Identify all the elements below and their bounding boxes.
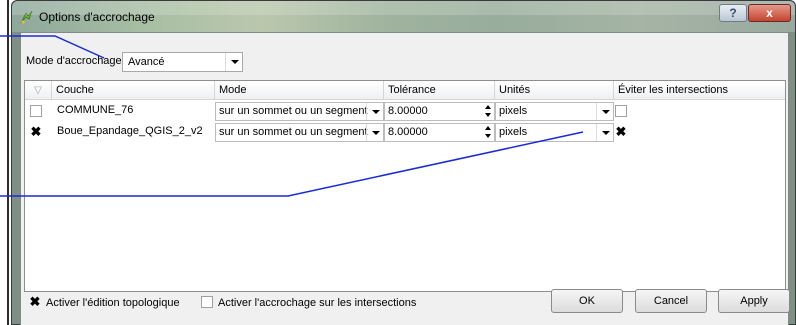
cancel-button[interactable]: Cancel <box>635 289 707 313</box>
column-header-check[interactable]: ▽ <box>25 81 52 100</box>
snapping-mode-label: Mode d'accrochage <box>26 55 122 67</box>
units-select[interactable]: pixels <box>495 123 614 142</box>
close-button[interactable]: x <box>748 4 791 22</box>
table-row: COMMUNE_76 sur un sommet ou un segment 8… <box>25 101 785 121</box>
chevron-down-icon[interactable] <box>596 124 613 141</box>
layer-mode-value: sur un sommet ou un segment <box>219 126 368 138</box>
layer-checkbox-cell[interactable] <box>25 101 52 121</box>
avoid-intersections-checkbox[interactable]: ✖ <box>615 125 627 138</box>
tolerance-value: 8.00000 <box>388 105 428 117</box>
chevron-down-icon[interactable] <box>225 53 242 71</box>
help-button[interactable]: ? <box>719 4 747 22</box>
apply-button[interactable]: Apply <box>718 289 790 313</box>
title-bar[interactable]: Options d'accrochage ? x <box>12 1 795 32</box>
units-value: pixels <box>499 126 528 138</box>
layer-mode-value: sur un sommet ou un segment <box>219 105 368 117</box>
dialog-body: Mode d'accrochage Avancé ▽ Couche Mode T… <box>20 32 790 325</box>
layer-name: Boue_Epandage_QGIS_2_v2 <box>57 125 203 137</box>
column-header-avoid-intersections[interactable]: Éviter les intersections <box>614 81 786 100</box>
avoid-intersections-cell[interactable] <box>614 101 644 121</box>
layer-mode-select[interactable]: sur un sommet ou un segment <box>215 123 384 142</box>
snap-on-intersections-checkbox[interactable] <box>201 296 213 308</box>
ok-button[interactable]: OK <box>551 289 623 313</box>
column-header-tolerance[interactable]: Tolérance <box>384 81 495 100</box>
spin-arrows-icon[interactable] <box>484 104 493 119</box>
snapping-mode-select[interactable]: Avancé <box>122 52 243 72</box>
column-header-units[interactable]: Unités <box>495 81 614 100</box>
chevron-down-icon[interactable] <box>366 124 383 141</box>
layer-enable-checkbox[interactable] <box>30 105 42 117</box>
tolerance-spinbox[interactable]: 8.00000 <box>384 123 495 142</box>
avoid-intersections-checkbox[interactable] <box>615 105 627 117</box>
layers-table: ▽ Couche Mode Tolérance Unités Éviter le… <box>24 80 786 292</box>
table-row: ✖ Boue_Epandage_QGIS_2_v2 sur un sommet … <box>25 122 785 142</box>
chevron-down-icon[interactable] <box>596 103 613 120</box>
tolerance-value: 8.00000 <box>388 126 428 138</box>
column-header-couche[interactable]: Couche <box>52 81 215 100</box>
topological-editing-checkbox[interactable]: ✖ <box>29 295 41 308</box>
layer-enable-checkbox[interactable]: ✖ <box>30 125 42 138</box>
table-header: ▽ Couche Mode Tolérance Unités Éviter le… <box>25 81 785 100</box>
layer-name: COMMUNE_76 <box>57 104 134 116</box>
snapping-mode-value: Avancé <box>128 56 165 68</box>
window-title: Options d'accrochage <box>39 10 155 24</box>
snapping-options-dialog: Options d'accrochage ? x Mode d'accrocha… <box>11 0 796 325</box>
topological-editing-label: Activer l'édition topologique <box>46 297 180 309</box>
layer-checkbox-cell[interactable]: ✖ <box>25 122 52 142</box>
snap-on-intersections-label: Activer l'accrochage sur les intersectio… <box>218 297 417 309</box>
tolerance-spinbox[interactable]: 8.00000 <box>384 102 495 121</box>
units-value: pixels <box>499 105 528 117</box>
units-select[interactable]: pixels <box>495 102 614 121</box>
layer-mode-select[interactable]: sur un sommet ou un segment <box>215 102 384 121</box>
sort-icon: ▽ <box>34 85 42 96</box>
chevron-down-icon[interactable] <box>366 103 383 120</box>
spin-arrows-icon[interactable] <box>484 125 493 140</box>
avoid-intersections-cell[interactable]: ✖ <box>614 122 644 142</box>
background-window-edge <box>0 0 9 325</box>
qgis-icon <box>20 10 33 24</box>
column-header-mode[interactable]: Mode <box>215 81 384 100</box>
